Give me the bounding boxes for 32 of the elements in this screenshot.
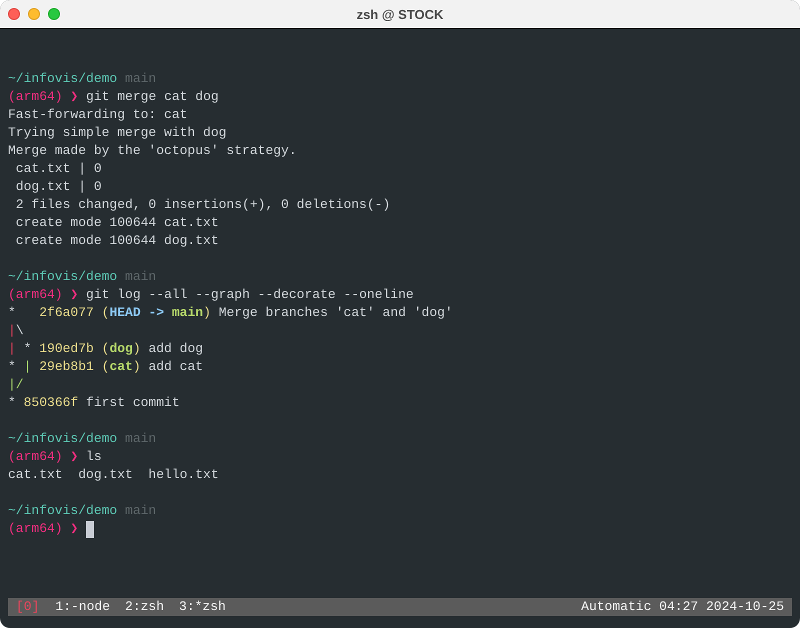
output-line: * 2f6a077 (HEAD -> main) Merge branches 'cat' and 'dog' xyxy=(8,304,453,322)
output-line: dog.txt | 0 xyxy=(14,178,102,196)
output-line: 2 files changed, 0 insertions(+), 0 deletions(-) xyxy=(14,196,390,214)
output-line: Fast-forwarding to: cat xyxy=(8,106,188,124)
window-title: zsh @ STOCK xyxy=(356,6,444,22)
window-tab[interactable]: 3:*zsh xyxy=(179,598,226,616)
session-name: [0] xyxy=(16,598,40,616)
output-line: * 850366f first commit xyxy=(8,394,180,412)
command-line: (arm64) ❯ git merge cat dog xyxy=(8,88,219,106)
command-line: (arm64) ❯ ls xyxy=(8,448,102,466)
status-clock: Automatic 04:27 2024-10-25 xyxy=(581,598,784,616)
output-line: Merge made by the 'octopus' strategy. xyxy=(8,142,297,160)
prompt-path: ~/infovis/demo main xyxy=(8,502,156,520)
close-button[interactable] xyxy=(8,8,20,20)
output-line: |\ xyxy=(8,322,24,340)
output-line: | * 190ed7b (dog) add dog xyxy=(8,340,204,358)
zoom-button[interactable] xyxy=(48,8,60,20)
output-line: create mode 100644 cat.txt xyxy=(14,214,219,232)
minimize-button[interactable] xyxy=(28,8,40,20)
output-line: * | 29eb8b1 (cat) add cat xyxy=(8,358,204,376)
window-tab[interactable]: 1:-node xyxy=(55,598,110,616)
prompt-path: ~/infovis/demo main xyxy=(8,268,156,286)
output-line: |/ xyxy=(8,376,24,394)
prompt-path: ~/infovis/demo main xyxy=(8,70,156,88)
output-line: create mode 100644 dog.txt xyxy=(14,232,219,250)
output-line: cat.txt | 0 xyxy=(14,160,102,178)
output-line: Trying simple merge with dog xyxy=(8,124,226,142)
command-line: (arm64) ❯ git log --all --graph --decorate --oneline xyxy=(8,286,414,304)
output-line: cat.txt dog.txt hello.txt xyxy=(8,466,219,484)
prompt-path: ~/infovis/demo main xyxy=(8,430,156,448)
command-line: (arm64) ❯ xyxy=(8,520,80,538)
window-tab[interactable]: 2:zsh xyxy=(125,598,164,616)
